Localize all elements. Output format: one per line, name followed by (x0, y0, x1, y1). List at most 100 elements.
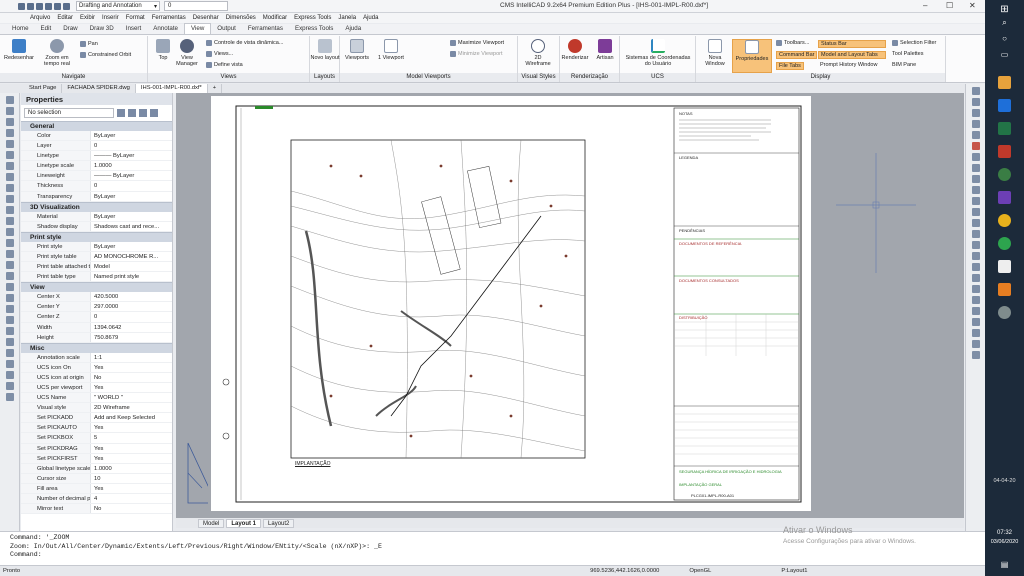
property-value[interactable]: ByLayer (91, 131, 172, 140)
model-layout-tabs-toggle[interactable]: Model and Layout Tabs (818, 51, 886, 59)
maximize-button[interactable]: ☐ (946, 1, 953, 10)
toolbars-button[interactable]: Toolbars... (776, 40, 809, 46)
redo-icon[interactable] (63, 2, 70, 10)
tab-home[interactable]: Home (6, 24, 35, 34)
property-value[interactable]: Yes (91, 444, 172, 453)
zoom-out-tool-icon[interactable] (5, 261, 14, 269)
edge-icon[interactable] (998, 99, 1011, 112)
property-row[interactable]: UCS Name " WORLD " (21, 393, 172, 404)
align-tool-icon[interactable] (971, 274, 980, 282)
mtext-tool-icon[interactable] (5, 239, 14, 247)
menu-arquivo[interactable]: Arquivo (30, 15, 50, 21)
chrome-icon[interactable] (998, 214, 1011, 227)
property-value[interactable]: 0 (91, 141, 172, 150)
group-tool-icon[interactable] (971, 340, 980, 348)
property-row[interactable]: Print style table AD MONOCHROME R... (21, 251, 172, 263)
filter-icon[interactable] (150, 109, 158, 117)
toggle-pickadd-icon[interactable] (117, 109, 125, 117)
property-value[interactable]: 1.0000 (91, 161, 172, 170)
property-row[interactable]: Annotation scale 1:1 (21, 352, 172, 363)
ucs-button[interactable]: Sistemas de Coordenadas do Usuário (622, 39, 694, 67)
polyline-tool-icon[interactable] (5, 107, 14, 115)
taskbar-time[interactable]: 07:32 (985, 530, 1024, 536)
spline-tool-icon[interactable] (5, 173, 14, 181)
acrobat-icon[interactable] (998, 145, 1011, 158)
pan-button[interactable]: Pan (80, 41, 98, 47)
property-row[interactable]: Set PICKFIRST Yes (21, 453, 172, 464)
property-value[interactable]: 297.0000 (91, 302, 172, 311)
save-icon[interactable] (36, 2, 43, 10)
dynamic-view-button[interactable]: Controle de vista dinâmica... (206, 40, 283, 46)
rotate-tool-icon[interactable] (971, 109, 980, 117)
file-explorer-icon[interactable] (998, 76, 1011, 89)
drawing-canvas[interactable]: NOTAS LEGENDA PENDÊNCIAS DOCUMENTOS DE R… (176, 93, 964, 518)
layout-tab-model[interactable]: Model (198, 518, 225, 528)
ortho-tool-icon[interactable] (5, 360, 14, 368)
chamfer-tool-icon[interactable] (971, 197, 980, 205)
layer-dropdown[interactable]: 0 (164, 1, 228, 11)
property-value[interactable]: ByLayer (91, 192, 172, 201)
snap-tool-icon[interactable] (5, 349, 14, 357)
menu-desenhar[interactable]: Desenhar (193, 15, 219, 21)
open-icon[interactable] (27, 2, 34, 10)
app-orange-icon[interactable] (998, 283, 1011, 296)
property-value[interactable]: No (91, 504, 172, 513)
minimize-viewport-button[interactable]: Minimize Viewport (450, 51, 503, 57)
property-row[interactable]: Number of decimal plac...4 (21, 494, 172, 505)
tab-ferramentas[interactable]: Ferramentas (242, 24, 289, 34)
property-row[interactable]: Lineweight ——— ByLayer (21, 171, 172, 182)
status-bar-toggle[interactable]: Status Bar (818, 40, 886, 48)
select-objects-icon[interactable] (128, 109, 136, 117)
selection-dropdown[interactable]: No selection (24, 108, 114, 118)
property-section-header[interactable]: Misc (21, 342, 172, 353)
renderizar-button[interactable]: Renderizar (560, 39, 590, 61)
property-value[interactable]: ByLayer (91, 212, 172, 221)
property-value[interactable]: 420.5000 (91, 292, 172, 301)
close-button[interactable]: ✕ (969, 1, 976, 10)
hatch-tool-icon[interactable] (5, 184, 14, 192)
visual-studio-icon[interactable] (998, 191, 1011, 204)
property-value[interactable]: 4 (91, 494, 172, 503)
property-row[interactable]: Print table type Named print style (21, 272, 172, 283)
viewports-button[interactable]: Viewports (342, 39, 372, 61)
constrained-orbit-button[interactable]: Constrained Orbit (80, 52, 131, 58)
maximize-viewport-button[interactable]: Maximize Viewport (450, 40, 504, 46)
offset-tool-icon[interactable] (971, 153, 980, 161)
pan-tool-icon[interactable] (5, 294, 14, 302)
stretch-tool-icon[interactable] (971, 219, 980, 227)
property-row[interactable]: Visual style 2D Wireframe (21, 403, 172, 414)
property-section-header[interactable]: View (21, 282, 172, 293)
bim-pane-toggle[interactable]: BIM Pane (892, 62, 916, 68)
layout-tab-layout1[interactable]: Layout 1 (226, 518, 262, 528)
match-tool-icon[interactable] (971, 329, 980, 337)
menu-express-tools[interactable]: Express Tools (294, 15, 331, 21)
property-row[interactable]: Global linetype scale 1.0000 (21, 463, 172, 474)
minimize-button[interactable]: – (923, 1, 927, 10)
property-value[interactable]: 5 (91, 433, 172, 442)
property-row[interactable]: Cursor size 10 (21, 473, 172, 484)
opengl-indicator[interactable]: OpenGL (689, 568, 711, 574)
app-hs-icon[interactable] (998, 168, 1011, 181)
block-tool-icon[interactable] (5, 206, 14, 214)
property-value[interactable]: Yes (91, 484, 172, 493)
new-window-button[interactable]: Nova Window (700, 39, 730, 67)
property-row[interactable]: Fill area Yes (21, 483, 172, 494)
property-row[interactable]: Layer 0 (21, 141, 172, 152)
property-value[interactable]: " WORLD " (91, 393, 172, 402)
command-prompt[interactable]: Command: (10, 551, 975, 560)
measure-tool-icon[interactable] (5, 316, 14, 324)
redesenhar-button[interactable]: Redesenhar (4, 39, 34, 61)
mirror-tool-icon[interactable] (971, 131, 980, 139)
point-tool-icon[interactable] (5, 195, 14, 203)
taskbar-date[interactable]: 03/06/2020 (985, 539, 1024, 545)
propriedades-button[interactable]: Propriedades (732, 39, 772, 73)
property-value[interactable]: 1.0000 (91, 464, 172, 473)
property-row[interactable]: Set PICKAUTO Yes (21, 423, 172, 434)
property-value[interactable]: ByLayer (91, 242, 172, 251)
extend-tool-icon[interactable] (971, 175, 980, 183)
property-value[interactable]: No (91, 373, 172, 382)
tab-edit[interactable]: Edit (35, 24, 58, 34)
lengthen-tool-icon[interactable] (971, 263, 980, 271)
insert-tool-icon[interactable] (5, 217, 14, 225)
layer-tool-icon[interactable] (5, 305, 14, 313)
